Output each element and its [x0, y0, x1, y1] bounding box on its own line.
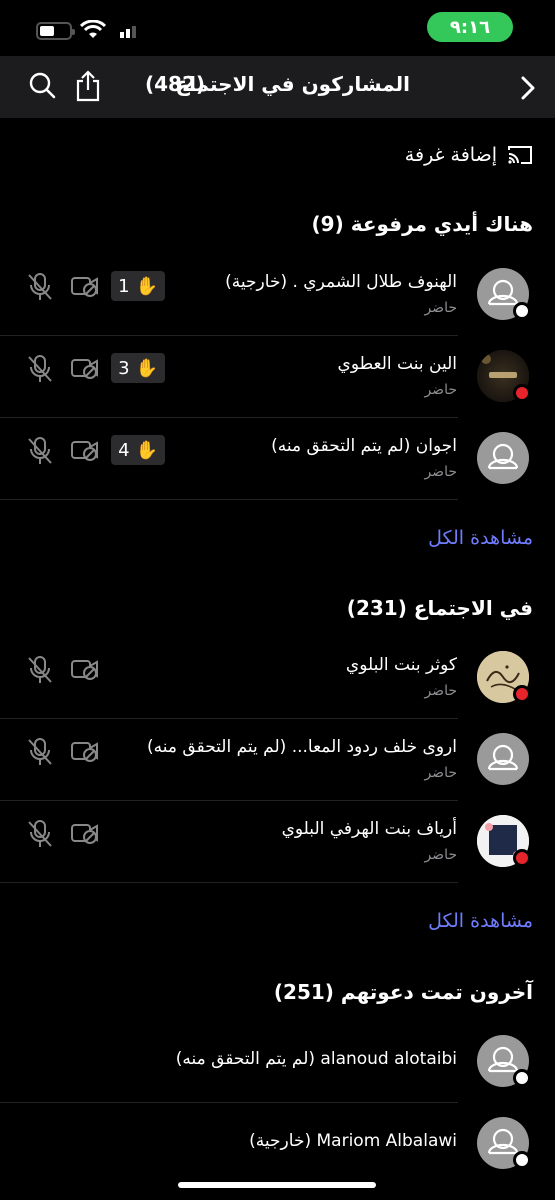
default-avatar-icon	[487, 443, 519, 470]
battery-icon	[36, 22, 75, 40]
cast-icon	[508, 146, 532, 164]
participant-status: حاضر	[424, 382, 457, 398]
list-item[interactable]: Mariom Albalawi (خارجية)	[0, 1103, 555, 1185]
home-indicator[interactable]	[178, 1182, 376, 1188]
presence-dot	[513, 1069, 531, 1087]
participant-name: الين بنت العطوي	[337, 354, 457, 374]
list-item[interactable]: أرياف بنت الهرفي البلوي حاضر	[0, 801, 555, 883]
page-title: المشاركون في الاجتماع	[175, 72, 410, 96]
mic-off-icon[interactable]	[26, 354, 54, 384]
share-icon[interactable]	[74, 70, 102, 102]
participant-name: alanoud alotaibi (لم يتم التحقق منه)	[175, 1049, 457, 1069]
participant-status: حاضر	[424, 464, 457, 480]
participant-status: حاضر	[424, 300, 457, 316]
camera-off-icon[interactable]	[70, 274, 100, 298]
camera-off-icon[interactable]	[70, 657, 100, 681]
avatar	[477, 651, 531, 703]
avatar	[477, 1117, 531, 1169]
presence-dot	[513, 302, 531, 320]
nav-bar: (482) المشاركون في الاجتماع	[0, 56, 555, 118]
participant-name: اروى خلف ردود المعا... (لم يتم التحقق من…	[147, 737, 457, 757]
list-item[interactable]: اروى خلف ردود المعا... (لم يتم التحقق من…	[0, 719, 555, 801]
avatar	[477, 733, 529, 785]
wifi-icon	[80, 20, 106, 38]
signal-icon	[120, 26, 136, 38]
chevron-right-icon[interactable]	[519, 76, 537, 100]
avatar	[477, 350, 531, 402]
mic-off-icon[interactable]	[26, 737, 54, 767]
camera-off-icon[interactable]	[70, 739, 100, 763]
add-room-label: إضافة غرفة	[404, 144, 497, 166]
raised-hand-badge: 3 ✋	[111, 353, 165, 383]
raised-hand-badge: 4 ✋	[111, 435, 165, 465]
raised-hand-icon: ✋	[135, 439, 158, 461]
mic-off-icon[interactable]	[26, 272, 54, 302]
participant-name: Mariom Albalawi (خارجية)	[249, 1131, 457, 1151]
mic-off-icon[interactable]	[26, 819, 54, 849]
participant-name: اجوان (لم يتم التحقق منه)	[271, 436, 457, 456]
in-meeting-title: في الاجتماع (231)	[346, 596, 533, 620]
camera-off-icon[interactable]	[70, 438, 100, 462]
default-avatar-icon	[487, 744, 519, 771]
avatar	[477, 815, 531, 867]
raised-hand-icon: ✋	[135, 357, 158, 379]
status-time: ٩:١٦	[427, 12, 513, 42]
hand-order: 1	[118, 275, 130, 297]
participant-status: حاضر	[424, 765, 457, 781]
raised-hand-icon: ✋	[135, 275, 158, 297]
invited-title: آخرون تمت دعوتهم (251)	[273, 980, 533, 1004]
presence-dot	[513, 685, 531, 703]
avatar	[477, 268, 531, 320]
participant-status: حاضر	[424, 847, 457, 863]
raised-hand-badge: 1 ✋	[111, 271, 165, 301]
participant-name: الهنوف طلال الشمري . (خارجية)	[225, 272, 457, 292]
list-item[interactable]: 3 ✋ الين بنت العطوي حاضر	[0, 336, 555, 418]
participant-name: أرياف بنت الهرفي البلوي	[281, 819, 457, 839]
list-item[interactable]: 4 ✋ اجوان (لم يتم التحقق منه) حاضر	[0, 418, 555, 500]
camera-off-icon[interactable]	[70, 356, 100, 380]
presence-dot	[513, 1151, 531, 1169]
presence-dot	[513, 849, 531, 867]
status-bar: ٩:١٦	[0, 0, 555, 56]
see-all-in-meeting-link[interactable]: مشاهدة الكل	[428, 910, 533, 932]
see-all-raised-hands-link[interactable]: مشاهدة الكل	[428, 527, 533, 549]
presence-dot	[513, 384, 531, 402]
add-room-button[interactable]: إضافة غرفة	[405, 144, 533, 166]
list-item[interactable]: كوثر بنت البلوي حاضر	[0, 637, 555, 719]
avatar	[477, 432, 529, 484]
mic-off-icon[interactable]	[26, 655, 54, 685]
list-item[interactable]: 1 ✋ الهنوف طلال الشمري . (خارجية) حاضر	[0, 254, 555, 336]
participant-status: حاضر	[424, 683, 457, 699]
hand-order: 3	[118, 357, 130, 379]
camera-off-icon[interactable]	[70, 821, 100, 845]
search-icon[interactable]	[28, 70, 56, 100]
raised-hands-title: هناك أيدي مرفوعة (9)	[311, 212, 533, 236]
mic-off-icon[interactable]	[26, 436, 54, 466]
hand-order: 4	[118, 439, 130, 461]
list-item[interactable]: alanoud alotaibi (لم يتم التحقق منه)	[0, 1021, 555, 1103]
avatar	[477, 1035, 531, 1087]
participant-name: كوثر بنت البلوي	[345, 655, 457, 675]
